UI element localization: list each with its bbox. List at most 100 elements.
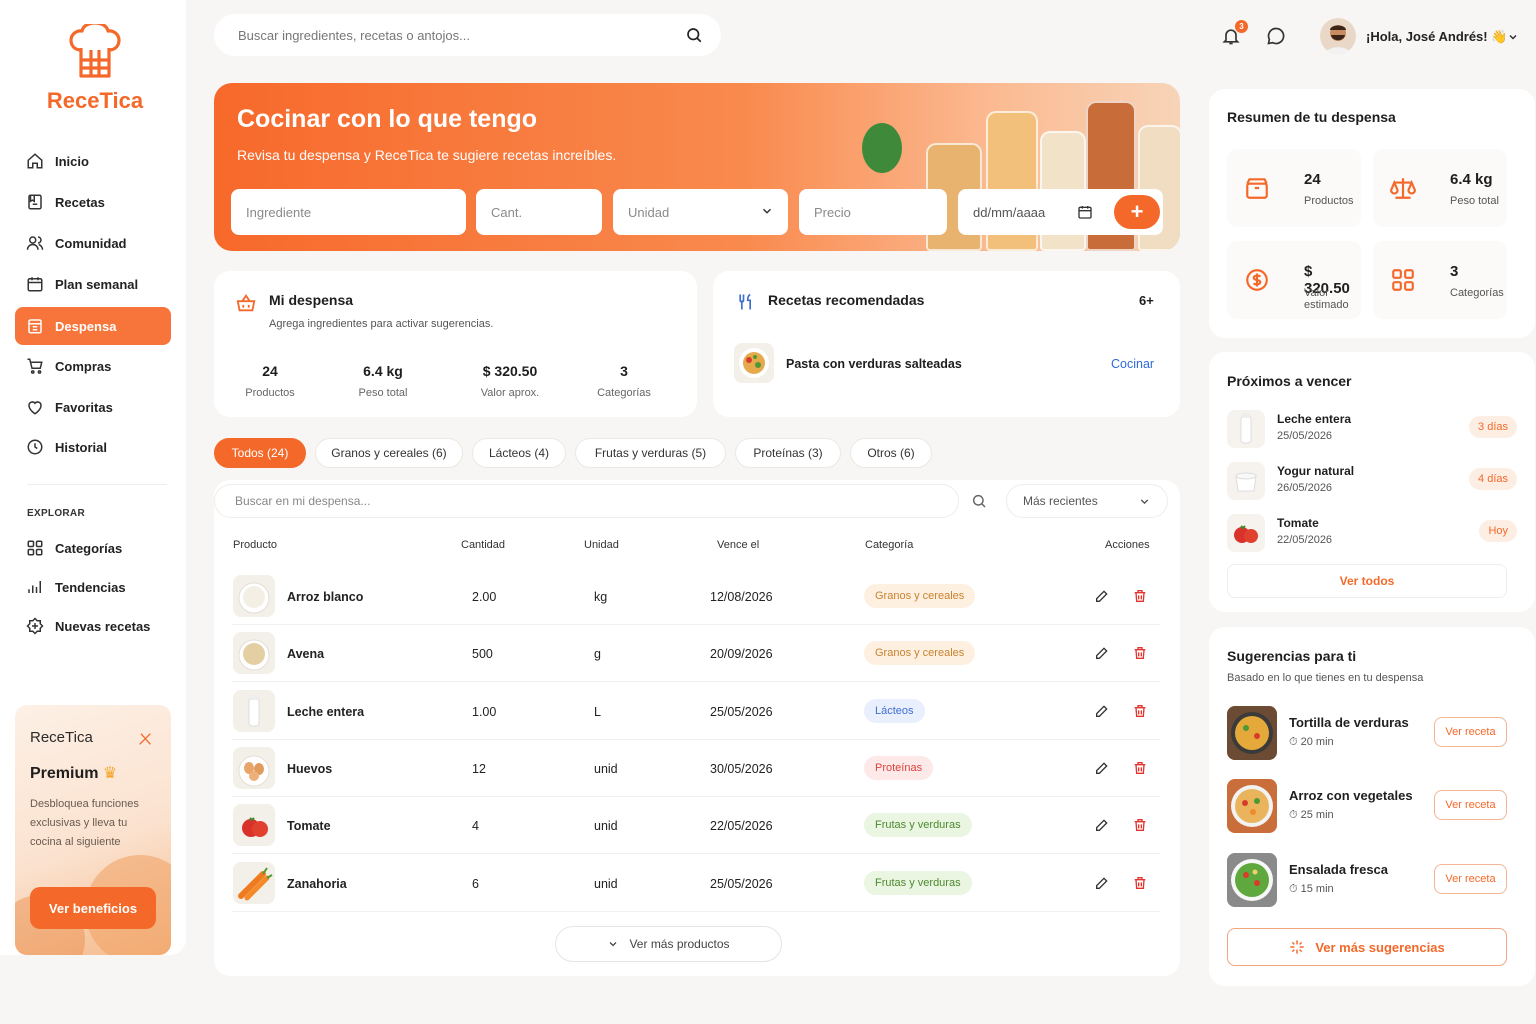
sidebar-item-despensa[interactable]: Despensa <box>15 307 171 345</box>
sidebar-item-plan-semanal[interactable]: Plan semanal <box>15 265 171 303</box>
tab-frutas-verduras[interactable]: Frutas y verduras (5) <box>575 438 726 468</box>
table-row[interactable]: Avena 500 g 20/09/2026 Granos y cereales <box>232 625 1160 683</box>
product-expiry: 25/05/2026 <box>710 876 773 891</box>
summary-weight: 6.4 kg Peso total <box>1373 149 1507 227</box>
table-row[interactable]: Tomate 4 unid 22/05/2026 Frutas y verduras <box>232 797 1160 855</box>
sort-select[interactable]: Más recientes <box>1006 484 1168 518</box>
sidebar-item-compras[interactable]: Compras <box>15 347 171 385</box>
tab-lacteos[interactable]: Lácteos (4) <box>472 438 566 468</box>
edit-icon[interactable] <box>1094 703 1110 724</box>
see-all-expiring-button[interactable]: Ver todos <box>1227 564 1507 598</box>
price-input[interactable]: Precio <box>799 189 947 235</box>
global-search-input[interactable]: Buscar ingredientes, recetas o antojos..… <box>238 28 470 43</box>
tab-todos[interactable]: Todos (24) <box>214 438 306 468</box>
add-ingredient-button[interactable]: + <box>1114 195 1160 229</box>
stat-value: 3 <box>620 363 628 379</box>
trash-icon[interactable] <box>1132 817 1148 838</box>
brand-logo[interactable]: ReceTica <box>40 24 150 114</box>
table-row[interactable]: Zanahoria 6 unid 25/05/2026 Frutas y verdura… <box>232 855 1160 912</box>
trash-icon[interactable] <box>1132 875 1148 896</box>
summary-label: Peso total <box>1450 195 1499 207</box>
suggestion-name: Arroz con vegetales <box>1289 788 1413 803</box>
table-row[interactable]: Huevos 12 unid 30/05/2026 Proteínas <box>232 740 1160 797</box>
search-icon[interactable] <box>685 26 703 44</box>
chevron-down-icon[interactable] <box>1507 30 1519 48</box>
tab-granos-cereales[interactable]: Granos y cereales (6) <box>315 438 463 468</box>
chat-icon[interactable] <box>1266 26 1286 51</box>
list-item[interactable]: Tomate 22/05/2026 Hoy <box>1227 510 1517 558</box>
sidebar-item-comunidad[interactable]: Comunidad <box>15 224 171 262</box>
summary-value: 3 <box>1450 263 1459 280</box>
avatar[interactable] <box>1320 18 1356 54</box>
recommended-recipe-name[interactable]: Pasta con verduras salteadas <box>786 357 962 371</box>
product-quantity: 12 <box>472 761 486 776</box>
ingredient-input[interactable]: Ingrediente <box>231 189 466 235</box>
list-item[interactable]: Yogur natural 26/05/2026 4 días <box>1227 458 1517 506</box>
table-row[interactable]: Arroz blanco 2.00 kg 12/08/2026 Granos y cer… <box>232 568 1160 625</box>
suggestion-time: ⏱ 25 min <box>1289 809 1334 821</box>
grid-icon <box>1390 267 1416 293</box>
pantry-subtitle: Agrega ingredientes para activar sugeren… <box>269 318 494 330</box>
stat-label: Productos <box>245 387 295 399</box>
sidebar-item-favoritas[interactable]: Favoritas <box>15 388 171 426</box>
pantry-stat-value: $ 320.50 Valor aprox. <box>455 363 565 399</box>
brand-name: ReceTica <box>46 88 144 113</box>
edit-icon[interactable] <box>1094 875 1110 896</box>
sidebar-item-categorias[interactable]: Categorías <box>15 529 171 567</box>
product-thumbnail <box>233 746 275 789</box>
product-quantity: 500 <box>472 647 493 662</box>
edit-icon[interactable] <box>1094 760 1110 781</box>
product-unit: unid <box>594 761 618 776</box>
chef-hat-icon <box>40 24 150 84</box>
summary-label: Productos <box>1304 195 1354 207</box>
edit-icon[interactable] <box>1094 645 1110 666</box>
recommended-title: Recetas recomendadas <box>768 292 925 308</box>
suggestion-time: ⏱ 15 min <box>1289 883 1334 895</box>
sidebar-item-tendencias[interactable]: Tendencias <box>15 568 171 606</box>
sidebar-item-recetas[interactable]: Recetas <box>15 183 171 221</box>
view-recipe-button[interactable]: Ver receta <box>1434 790 1507 820</box>
product-name: Leche entera <box>287 704 365 719</box>
hero-banner: Cocinar con lo que tengo Revisa tu despe… <box>214 83 1180 251</box>
trash-icon[interactable] <box>1132 588 1148 609</box>
tab-otros[interactable]: Otros (6) <box>850 438 932 468</box>
trash-icon[interactable] <box>1132 645 1148 666</box>
dollar-icon <box>1244 267 1270 293</box>
sidebar-item-nuevas-recetas[interactable]: Nuevas recetas <box>15 607 171 645</box>
see-more-products-button[interactable]: Ver más productos <box>555 926 782 962</box>
summary-value: 6.4 kg <box>1450 171 1493 188</box>
product-unit: kg <box>594 590 608 604</box>
edit-icon[interactable] <box>1094 588 1110 609</box>
more-suggestions-label: Ver más sugerencias <box>1315 939 1445 955</box>
list-item[interactable]: Leche entera 25/05/2026 3 días <box>1227 406 1517 454</box>
sidebar-item-label: Comunidad <box>55 235 127 251</box>
view-recipe-button[interactable]: Ver receta <box>1434 717 1507 747</box>
trash-icon[interactable] <box>1132 703 1148 724</box>
tab-proteinas[interactable]: Proteínas (3) <box>735 438 841 468</box>
product-expiry: 25/05/2026 <box>710 704 773 719</box>
stat-value: $ 320.50 <box>482 363 538 379</box>
sidebar-item-inicio[interactable]: Inicio <box>15 142 171 180</box>
recommended-count[interactable]: 6+ <box>1139 293 1154 308</box>
product-name: Arroz blanco <box>287 590 364 604</box>
more-suggestions-button[interactable]: Ver más sugerencias <box>1227 928 1507 966</box>
view-recipe-button[interactable]: Ver receta <box>1434 864 1507 894</box>
edit-icon[interactable] <box>1094 817 1110 838</box>
expiring-title: Próximos a vencer <box>1227 373 1352 389</box>
table-row[interactable]: Leche entera 1.00 L 25/05/2026 Lácteos <box>232 683 1160 740</box>
unit-select[interactable]: Unidad <box>613 189 788 235</box>
cook-link[interactable]: Cocinar <box>1111 357 1154 371</box>
search-icon[interactable] <box>971 493 987 509</box>
suggestion-item: Arroz con vegetales ⏱ 25 min Ver receta <box>1227 779 1517 835</box>
sidebar-item-historial[interactable]: Historial <box>15 428 171 466</box>
user-greeting[interactable]: ¡Hola, José Andrés! 👋 <box>1366 29 1507 45</box>
quantity-input[interactable]: Cant. <box>476 189 602 235</box>
product-name: Huevos <box>287 761 333 776</box>
premium-benefits-button[interactable]: Ver beneficios <box>30 887 156 929</box>
global-search[interactable]: Buscar ingredientes, recetas o antojos..… <box>214 14 721 56</box>
column-header-unidad: Unidad <box>584 539 619 551</box>
calendar-icon[interactable] <box>1077 204 1093 220</box>
pantry-search-input[interactable]: Buscar en mi despensa... <box>214 484 959 518</box>
trash-icon[interactable] <box>1132 760 1148 781</box>
basket-icon <box>235 292 257 314</box>
